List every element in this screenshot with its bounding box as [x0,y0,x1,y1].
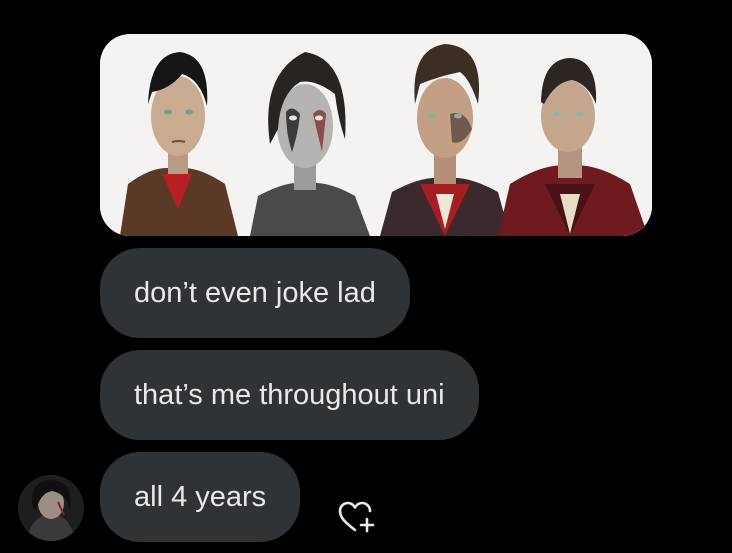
message-bubble[interactable]: don’t even joke lad [100,248,410,338]
message-text: all 4 years [134,480,267,513]
character-portraits-image [100,34,652,236]
message-text: that’s me throughout uni [134,378,445,411]
media-image[interactable] [100,34,652,236]
message-text: don’t even joke lad [134,276,376,309]
add-reaction-heart-icon [338,501,375,533]
message-bubble[interactable]: that’s me throughout uni [100,350,479,440]
message-bubble[interactable]: all 4 years [100,452,301,542]
user-avatar-icon [18,475,84,541]
sender-avatar[interactable] [18,475,84,541]
add-reaction-button[interactable] [336,497,380,537]
